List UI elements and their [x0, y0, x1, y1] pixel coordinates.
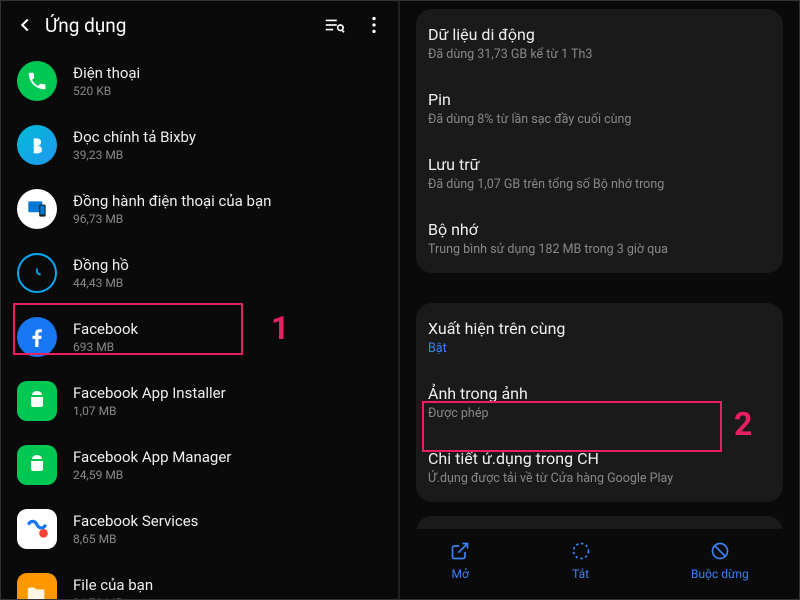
settings-item-appear-top[interactable]: Xuất hiện trên cùng Bật [416, 305, 783, 370]
settings-sub: Ứ.dụng được tải về từ Cửa hàng Google Pl… [428, 471, 771, 486]
step-1-label: 1 [271, 309, 289, 347]
app-name: Đọc chính tả Bixby [73, 128, 382, 146]
app-name: Facebook App Manager [73, 448, 382, 466]
disable-label: Tắt [572, 567, 589, 581]
bottom-actions: Mở Tắt Buộc dừng [400, 529, 799, 599]
settings-title: Xuất hiện trên cùng [428, 319, 771, 338]
page-title: Ứng dụng [45, 14, 318, 37]
settings-title: Lưu trữ [428, 155, 771, 174]
facebook-icon [17, 317, 57, 357]
force-stop-label: Buộc dừng [691, 567, 749, 581]
settings-sub: Được phép [428, 406, 771, 421]
android-icon [17, 381, 57, 421]
list-item[interactable]: Điện thoại 520 KB [1, 49, 398, 113]
app-size: 24,59 MB [73, 468, 382, 482]
clock-icon [17, 253, 57, 293]
app-size: 1,07 MB [73, 404, 382, 418]
back-button[interactable] [9, 9, 41, 41]
app-name: Facebook App Installer [73, 384, 382, 402]
app-detail-pane: Dữ liệu di động Đã dùng 31,73 GB kể từ 1… [400, 1, 799, 599]
list-item[interactable]: Đồng hồ 44,43 MB [1, 241, 398, 305]
list-item[interactable]: Facebook App Manager 24,59 MB [1, 433, 398, 497]
app-name: File của bạn [73, 576, 382, 594]
app-size: 44,43 MB [73, 276, 382, 290]
settings-sub: Đã dùng 31,73 GB kể từ 1 Th3 [428, 47, 771, 62]
app-name: Đồng hành điện thoại của bạn [73, 192, 382, 210]
app-name: Facebook Services [73, 512, 382, 530]
app-name: Điện thoại [73, 64, 382, 82]
open-label: Mở [452, 567, 469, 581]
settings-sub: Trung bình sử dụng 182 MB trong 3 giờ qu… [428, 242, 771, 257]
list-item[interactable]: Facebook 693 MB [1, 305, 398, 369]
list-item[interactable]: Facebook Services 8,65 MB [1, 497, 398, 561]
search-filter-icon[interactable] [318, 9, 350, 41]
disable-button[interactable]: Tắt [571, 541, 591, 581]
settings-item-battery[interactable]: Pin Đã dùng 8% từ lần sạc đầy cuối cùng [416, 76, 783, 141]
bixby-icon [17, 125, 57, 165]
settings-item-pip[interactable]: Ảnh trong ảnh Được phép [416, 370, 783, 435]
app-name: Đồng hồ [73, 256, 382, 274]
list-item[interactable]: Đọc chính tả Bixby 39,23 MB [1, 113, 398, 177]
android-icon [17, 445, 57, 485]
settings-item-storage[interactable]: Lưu trữ Đã dùng 1,07 GB trên tổng số Bộ … [416, 141, 783, 206]
more-icon[interactable] [358, 9, 390, 41]
app-name: Facebook [73, 320, 382, 338]
list-item[interactable]: Facebook App Installer 1,07 MB [1, 369, 398, 433]
app-size: 693 MB [73, 340, 382, 354]
phone-companion-icon [17, 189, 57, 229]
settings-sub: Bật [428, 341, 771, 356]
fb-services-icon [17, 509, 57, 549]
app-size: 39,23 MB [73, 148, 382, 162]
open-button[interactable]: Mở [450, 541, 470, 581]
app-size: 31,78 MB [73, 596, 382, 599]
folder-icon [17, 573, 57, 599]
settings-sub: Đã dùng 8% từ lần sạc đầy cuối cùng [428, 112, 771, 127]
list-item[interactable]: File của bạn 31,78 MB [1, 561, 398, 599]
app-size: 520 KB [73, 84, 382, 98]
settings-item-memory[interactable]: Bộ nhớ Trung bình sử dụng 182 MB trong 3… [416, 206, 783, 271]
settings-item-mobile-data[interactable]: Dữ liệu di động Đã dùng 31,73 GB kể từ 1… [416, 11, 783, 76]
settings-item-store-details[interactable]: Chi tiết ứ.dụng trong CH Ứ.dụng được tải… [416, 435, 783, 500]
settings-title: Dữ liệu di động [428, 25, 771, 44]
phone-icon [17, 61, 57, 101]
settings-title: Ảnh trong ảnh [428, 384, 771, 403]
app-size: 8,65 MB [73, 532, 382, 546]
app-size: 96,73 MB [73, 212, 382, 226]
header: Ứng dụng [1, 1, 398, 49]
step-2-label: 2 [734, 405, 752, 443]
settings-sub: Đã dùng 1,07 GB trên tổng số Bộ nhớ tron… [428, 177, 771, 192]
apps-list-pane: Ứng dụng Điện thoại 520 KB Đọc chính tả B… [1, 1, 400, 599]
settings-title: Pin [428, 90, 771, 109]
force-stop-button[interactable]: Buộc dừng [691, 541, 749, 581]
settings-title: Bộ nhớ [428, 220, 771, 239]
list-item[interactable]: Đồng hành điện thoại của bạn 96,73 MB [1, 177, 398, 241]
settings-title: Chi tiết ứ.dụng trong CH [428, 449, 771, 468]
